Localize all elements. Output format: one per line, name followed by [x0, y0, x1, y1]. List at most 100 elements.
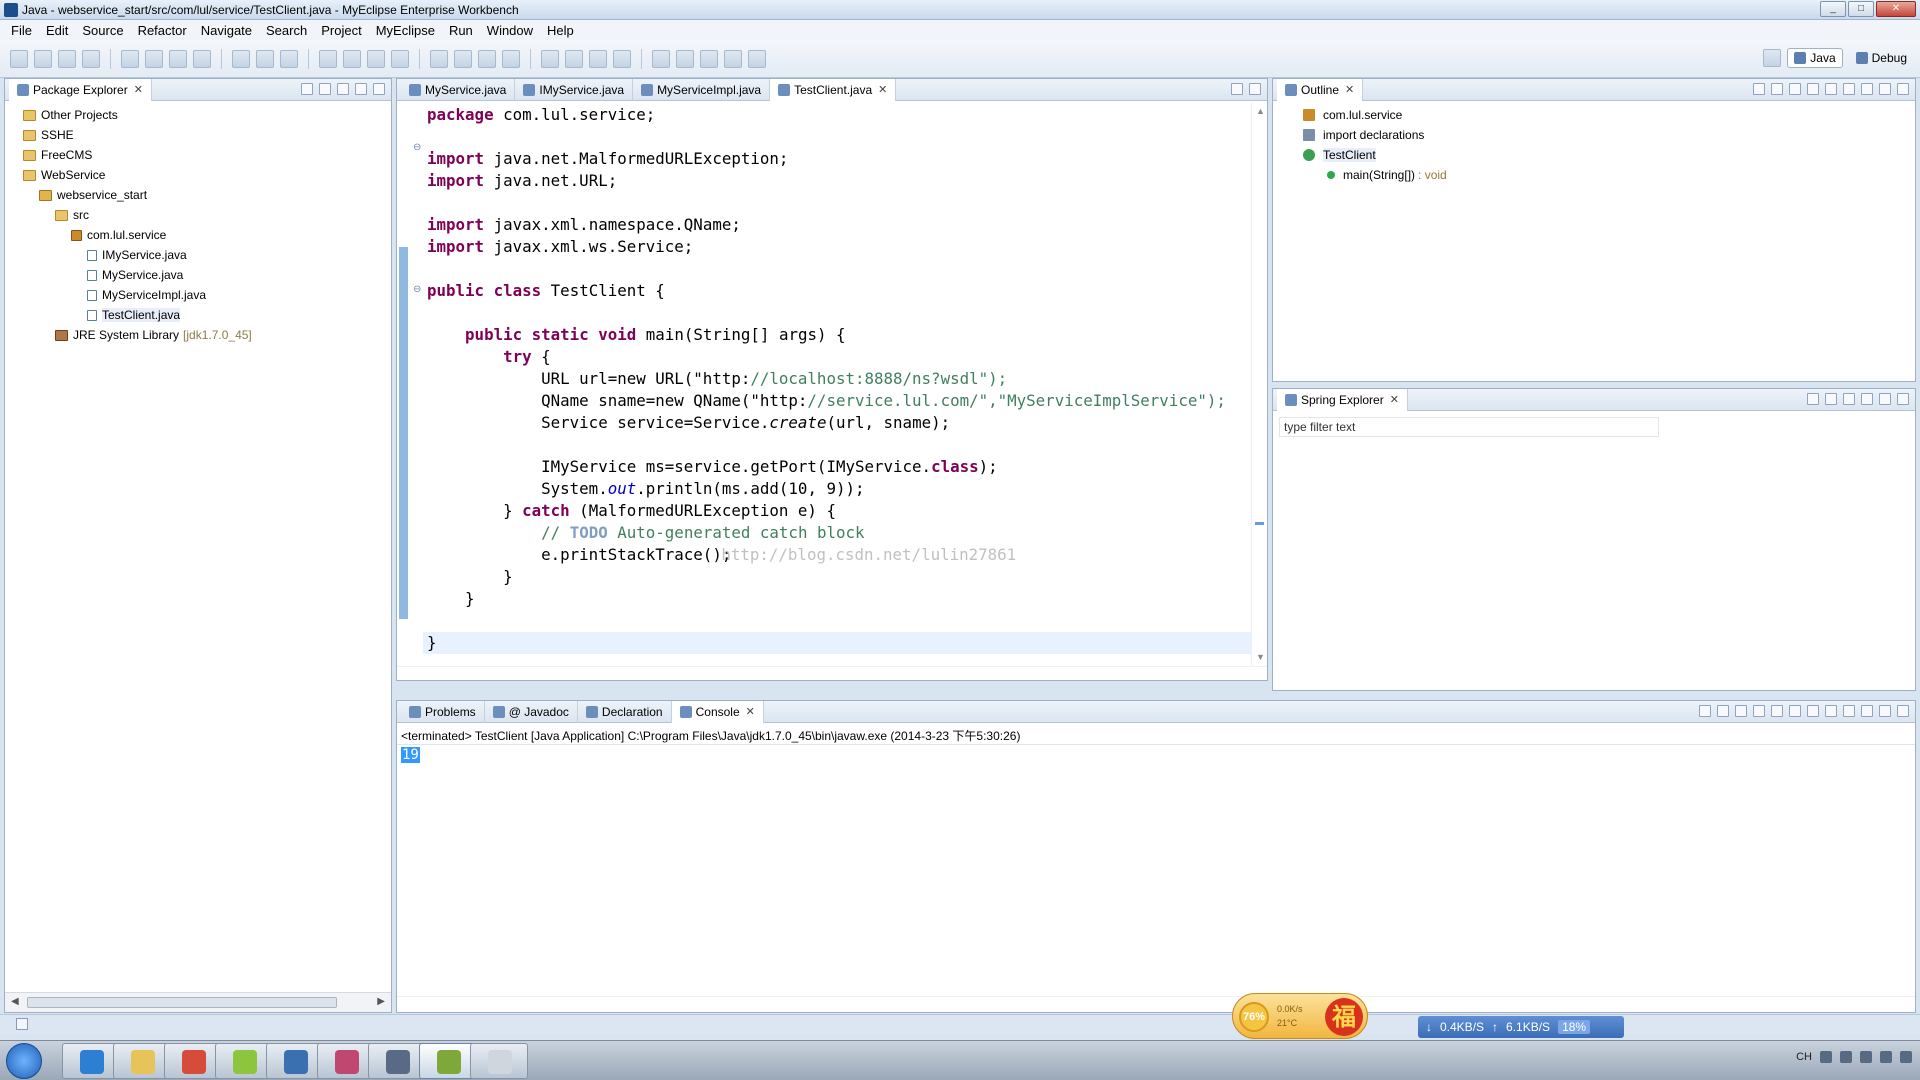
input-language[interactable]: CH: [1796, 1051, 1812, 1063]
open-console-icon[interactable]: [1861, 705, 1873, 717]
save-icon[interactable]: [34, 49, 52, 68]
code-line[interactable]: import java.net.URL;: [427, 170, 1247, 192]
outline-item[interactable]: com.lul.service: [1273, 105, 1915, 125]
tree-item[interactable]: Other Projects: [5, 105, 391, 125]
tab-outline[interactable]: Outline ✕: [1277, 79, 1364, 101]
tab-spring-explorer[interactable]: Spring Explorer ✕: [1277, 389, 1408, 411]
scroll-lock-icon[interactable]: [1771, 705, 1783, 717]
network-monitor-widget[interactable]: 76% 0.0K/s 21°C 福: [1232, 993, 1368, 1039]
code-line[interactable]: System.out.println(ms.add(10, 9));: [427, 478, 1247, 500]
code-line[interactable]: [427, 258, 1247, 280]
search-icon[interactable]: [430, 49, 448, 68]
menu-file[interactable]: File: [4, 23, 39, 38]
taskbar-app[interactable]: [164, 1043, 222, 1079]
code-line[interactable]: } catch (MalformedURLException e) {: [427, 500, 1247, 522]
back-icon[interactable]: [724, 49, 742, 68]
taskbar-app[interactable]: [317, 1043, 375, 1079]
code-line[interactable]: // TODO Auto-generated catch block: [427, 522, 1247, 544]
taskbar-app[interactable]: [62, 1043, 120, 1079]
forward-icon[interactable]: [748, 49, 766, 68]
editor-tab[interactable]: MyServiceImpl.java: [633, 79, 771, 101]
tree-item[interactable]: MyServiceImpl.java: [5, 285, 391, 305]
tree-item[interactable]: src: [5, 205, 391, 225]
browser-icon[interactable]: [193, 49, 211, 68]
clipboard-icon[interactable]: [589, 49, 607, 68]
collapse-all-icon[interactable]: [1753, 83, 1765, 95]
close-icon[interactable]: ✕: [878, 83, 887, 96]
source-code[interactable]: package com.lul.service; import java.net…: [423, 104, 1257, 654]
coverage-icon[interactable]: [391, 49, 409, 68]
view-menu-icon[interactable]: [337, 83, 349, 95]
new-package-icon[interactable]: [232, 49, 250, 68]
tree-item[interactable]: IMyService.java: [5, 245, 391, 265]
deploy-icon[interactable]: [145, 49, 163, 68]
filter-icon[interactable]: [1843, 393, 1855, 405]
taskbar-app[interactable]: [368, 1043, 426, 1079]
maximize-view-icon[interactable]: [373, 83, 385, 95]
editor-horizontal-scrollbar[interactable]: [397, 666, 1267, 680]
taskbar-app[interactable]: [215, 1043, 273, 1079]
minimize-view-icon[interactable]: [355, 83, 367, 95]
maximize-view-icon[interactable]: [1897, 83, 1909, 95]
code-line[interactable]: e.printStackTrace();http://blog.csdn.net…: [427, 544, 1247, 566]
code-line[interactable]: import java.net.MalformedURLException;: [427, 148, 1247, 170]
occurrence-marker[interactable]: [1255, 522, 1264, 525]
code-line[interactable]: QName sname=new QName("http://service.lu…: [427, 390, 1247, 412]
open-folder-icon[interactable]: [478, 49, 496, 68]
display-selected-console-icon[interactable]: [1843, 705, 1855, 717]
editor-tab[interactable]: TestClient.java ✕: [770, 79, 897, 101]
print-icon[interactable]: [82, 49, 100, 68]
code-area[interactable]: ⊖ ⊖ package com.lul.service; import java…: [397, 102, 1267, 666]
code-line[interactable]: public class TestClient {: [427, 280, 1247, 302]
tree-item[interactable]: TestClient.java: [5, 305, 391, 325]
open-type-icon[interactable]: [280, 49, 298, 68]
code-line[interactable]: public static void main(String[] args) {: [427, 324, 1247, 346]
refresh-icon[interactable]: [454, 49, 472, 68]
taskbar-app[interactable]: [113, 1043, 171, 1079]
perspective-debug[interactable]: Debug: [1849, 48, 1914, 68]
tab-javadoc[interactable]: @ Javadoc: [485, 701, 578, 723]
view-menu-icon[interactable]: [1861, 83, 1873, 95]
view-menu-icon[interactable]: [1861, 393, 1873, 405]
code-line[interactable]: }: [427, 566, 1247, 588]
code-line[interactable]: URL url=new URL("http://localhost:8888/n…: [427, 368, 1247, 390]
tree-item[interactable]: SSHE: [5, 125, 391, 145]
tree-item[interactable]: MyService.java: [5, 265, 391, 285]
code-line[interactable]: IMyService ms=service.getPort(IMyService…: [427, 456, 1247, 478]
maximize-view-icon[interactable]: [1249, 83, 1261, 95]
sort-icon[interactable]: [1771, 83, 1783, 95]
code-line[interactable]: }: [423, 632, 1257, 654]
maximize-view-icon[interactable]: [1897, 705, 1909, 717]
link-with-editor-icon[interactable]: [319, 83, 331, 95]
link-with-editor-icon[interactable]: [1825, 393, 1837, 405]
close-icon[interactable]: ✕: [134, 83, 143, 96]
next-annotation-icon[interactable]: [652, 49, 670, 68]
previous-annotation-icon[interactable]: [676, 49, 694, 68]
show-console-stdout-icon[interactable]: [1789, 705, 1801, 717]
console-vertical-scrollbar[interactable]: [1901, 747, 1915, 996]
debug-icon[interactable]: [319, 49, 337, 68]
code-line[interactable]: [427, 126, 1247, 148]
close-window-button[interactable]: ✕: [1876, 1, 1916, 17]
pin-console-icon[interactable]: [1825, 705, 1837, 717]
editor-tab[interactable]: MyService.java: [401, 79, 516, 101]
scrollbar-thumb[interactable]: [27, 997, 337, 1008]
tab-console[interactable]: Console ✕: [671, 701, 764, 723]
code-line[interactable]: import javax.xml.ws.Service;: [427, 236, 1247, 258]
code-line[interactable]: [427, 610, 1247, 632]
code-line[interactable]: try {: [427, 346, 1247, 368]
copy-icon[interactable]: [613, 49, 631, 68]
remove-launch-icon[interactable]: [1717, 705, 1729, 717]
minimize-view-icon[interactable]: [1231, 83, 1243, 95]
collapse-imports-icon[interactable]: ⊖: [413, 142, 421, 153]
menu-project[interactable]: Project: [314, 23, 368, 38]
console-output[interactable]: 19: [401, 747, 420, 763]
outline-item[interactable]: main(String[]): void: [1273, 165, 1915, 185]
flag-icon[interactable]: [1860, 1051, 1872, 1063]
fast-view-icon[interactable]: [16, 1018, 28, 1030]
menu-window[interactable]: Window: [480, 23, 540, 38]
menu-source[interactable]: Source: [75, 23, 130, 38]
code-line[interactable]: [427, 434, 1247, 456]
horizontal-scrollbar[interactable]: ◀ ▶: [5, 992, 391, 1012]
collapse-all-icon[interactable]: [1807, 393, 1819, 405]
